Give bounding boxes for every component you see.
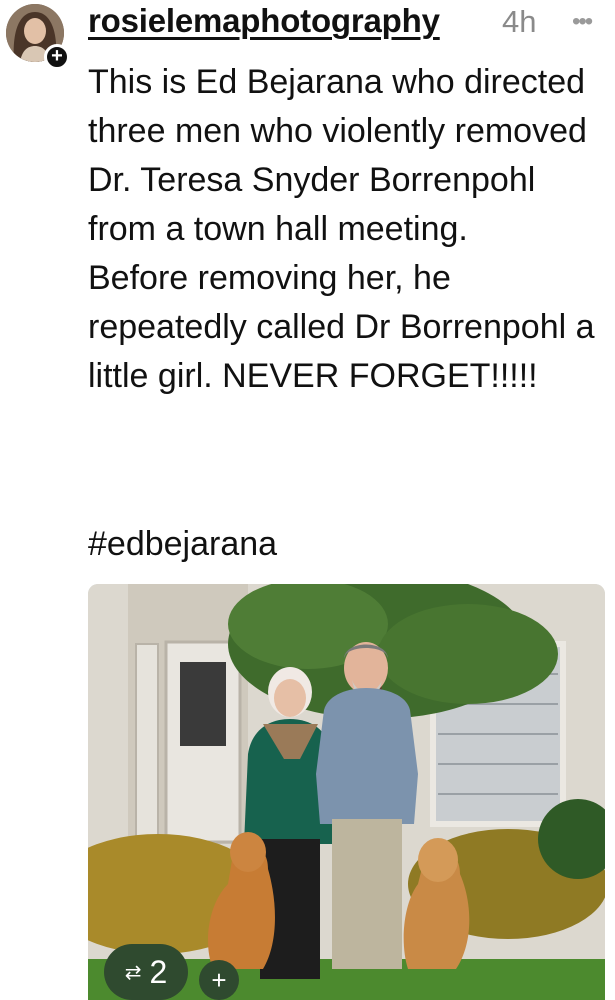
post-timestamp: 4h: [502, 4, 537, 39]
follow-plus-icon[interactable]: +: [44, 44, 70, 70]
post-photo[interactable]: [88, 584, 605, 1000]
repost-icon: ⇄: [124, 961, 142, 984]
post-body: This is Ed Bejarana who directed three m…: [88, 58, 608, 401]
ellipsis-icon[interactable]: •••: [572, 8, 593, 36]
repost-button[interactable]: ⇄ 2: [104, 944, 188, 1000]
repost-count: 2: [149, 953, 168, 990]
username-link[interactable]: rosielemaphotography: [88, 2, 440, 40]
post-paragraph-1: This is Ed Bejarana who directed three m…: [88, 63, 587, 248]
hashtag-link[interactable]: #edbejarana: [88, 520, 277, 569]
add-button[interactable]: +: [199, 960, 239, 1000]
post-paragraph-2: Before removing her, he repeatedly calle…: [88, 259, 595, 395]
